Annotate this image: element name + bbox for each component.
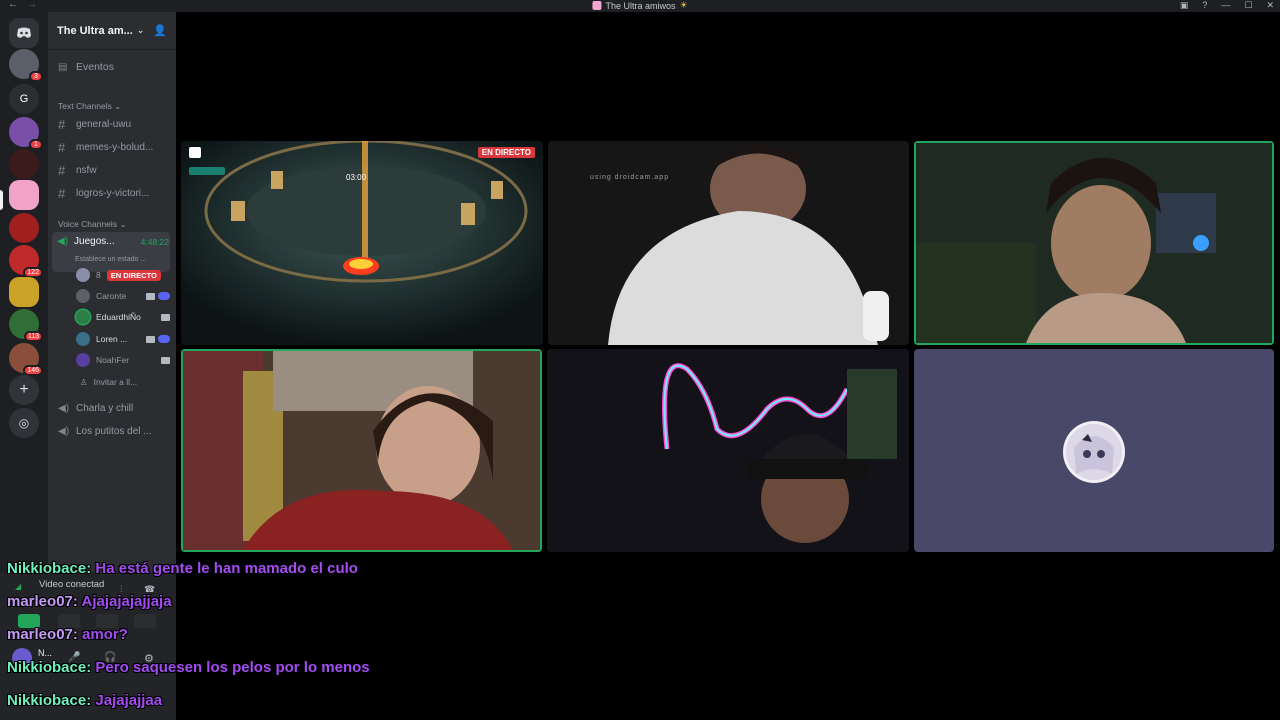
webcam-person-image bbox=[183, 351, 540, 550]
speaker-icon: ◀) bbox=[58, 402, 70, 414]
chevron-down-icon: ⌄ bbox=[136, 25, 145, 35]
chat-message: marleo07: Ajajajajajjaja bbox=[7, 593, 172, 610]
video-tile-droidcam[interactable]: using droidcam.app bbox=[548, 141, 909, 345]
hash-icon: # bbox=[58, 162, 66, 178]
server-avatar[interactable]: 113 bbox=[9, 309, 43, 342]
video-tile-led[interactable] bbox=[547, 349, 909, 552]
window-title: The Ultra amiwos ☀ bbox=[592, 0, 688, 11]
speaker-icon: ◀) bbox=[57, 236, 69, 247]
forward-arrow-icon[interactable]: → bbox=[27, 0, 37, 10]
channel-general[interactable]: # general-uwu bbox=[54, 114, 170, 134]
webcam-person-image bbox=[916, 143, 1272, 343]
camera-icon bbox=[146, 292, 155, 300]
avatar bbox=[76, 268, 90, 282]
user-avatar bbox=[1066, 424, 1122, 480]
server-avatar[interactable] bbox=[9, 149, 39, 179]
server-avatar[interactable]: 122 bbox=[9, 245, 43, 278]
video-tile-avatar[interactable] bbox=[914, 349, 1274, 552]
chat-message: Nikkiobace: Ha está gente le han mamado … bbox=[7, 560, 358, 577]
stream-icon bbox=[158, 292, 170, 300]
video-tile-speaking-2[interactable] bbox=[181, 349, 542, 552]
live-badge: EN DIRECTO bbox=[106, 269, 161, 281]
voice-channel-putitos[interactable]: ◀) Los putitos del ... bbox=[54, 421, 170, 441]
server-avatar[interactable]: 3 bbox=[9, 49, 43, 82]
avatar bbox=[76, 332, 90, 346]
server-avatar-active[interactable] bbox=[9, 180, 39, 210]
chat-message: Nikkiobace: Pero saquesen los pelos por … bbox=[7, 659, 370, 676]
camera-icon bbox=[146, 335, 155, 343]
call-timer: 4:48:22 bbox=[140, 236, 169, 247]
voice-channel-charla[interactable]: ◀) Charla y chill bbox=[54, 398, 170, 418]
inbox-icon[interactable]: ▣ bbox=[1180, 0, 1189, 11]
close-icon[interactable]: ✕ bbox=[1266, 0, 1274, 11]
avatar bbox=[76, 353, 90, 367]
server-icon bbox=[592, 1, 602, 10]
webcam-person-image bbox=[547, 349, 909, 552]
server-letter-icon[interactable]: G bbox=[9, 84, 39, 114]
add-user-icon: ♙ bbox=[80, 376, 88, 387]
avatar bbox=[76, 289, 90, 303]
server-header[interactable]: The Ultra am... ⌄ 👤 bbox=[48, 12, 176, 50]
droidcam-watermark: using droidcam.app bbox=[590, 174, 670, 181]
video-tile-speaking[interactable] bbox=[914, 141, 1274, 345]
minimize-icon[interactable]: — bbox=[1221, 0, 1230, 11]
voice-user[interactable]: Loren ... bbox=[76, 329, 170, 349]
invite-to-voice[interactable]: ♙ Invitar a ll... bbox=[80, 372, 170, 392]
stream-tile-game[interactable]: 03:00 EN DIRECTO bbox=[181, 141, 543, 345]
server-avatar[interactable]: 146 bbox=[9, 343, 43, 376]
sun-emoji-icon: ☀ bbox=[679, 0, 688, 10]
channel-nsfw[interactable]: # nsfw bbox=[54, 160, 170, 180]
stream-icon bbox=[158, 335, 170, 343]
avatar bbox=[76, 310, 90, 324]
title-bar: ← → The Ultra amiwos ☀ ▣ ? — ☐ ✕ bbox=[0, 0, 1280, 12]
server-avatar[interactable] bbox=[9, 277, 39, 307]
server-name: The Ultra am... bbox=[57, 24, 133, 37]
pause-icon[interactable] bbox=[189, 147, 201, 158]
voice-user[interactable]: EduardhiÑo bbox=[76, 307, 170, 327]
channel-memes[interactable]: # memes-y-bolud... bbox=[54, 137, 170, 157]
explore-icon[interactable]: ◎ bbox=[9, 408, 39, 438]
voice-user[interactable]: Caronte bbox=[76, 286, 170, 306]
calendar-icon: ▤ bbox=[58, 61, 68, 73]
chat-message: marleo07: amor? bbox=[7, 626, 128, 643]
voice-status[interactable]: Establece un estado ... bbox=[75, 256, 146, 263]
maximize-icon[interactable]: ☐ bbox=[1244, 0, 1252, 11]
webcam-person-image bbox=[548, 141, 909, 345]
hash-icon: # bbox=[58, 139, 66, 155]
game-stream-image bbox=[181, 141, 543, 345]
speaker-icon: ◀) bbox=[58, 425, 70, 437]
back-arrow-icon[interactable]: ← bbox=[8, 0, 18, 10]
chat-message: Nikkiobace: Jajajajjaa bbox=[7, 692, 163, 709]
voice-user[interactable]: NoahFer bbox=[76, 350, 170, 370]
add-server-icon[interactable]: + bbox=[9, 375, 39, 405]
live-badge: EN DIRECTO bbox=[477, 147, 535, 158]
discord-home-icon[interactable] bbox=[9, 18, 39, 48]
game-timer: 03:00 bbox=[346, 173, 367, 182]
channel-logros[interactable]: # logros-y-victori... bbox=[54, 183, 170, 203]
server-avatar[interactable]: 1 bbox=[9, 117, 43, 150]
help-icon[interactable]: ? bbox=[1202, 0, 1207, 11]
chat-overlay: Nikkiobace: Ha está gente le han mamado … bbox=[7, 558, 607, 720]
add-member-icon[interactable]: 👤 bbox=[153, 24, 167, 37]
voice-channels-category[interactable]: Voice Channels ⌄ bbox=[58, 219, 127, 230]
camera-icon bbox=[161, 356, 170, 364]
camera-icon bbox=[161, 313, 170, 321]
server-avatar[interactable] bbox=[9, 213, 39, 243]
events-item[interactable]: ▤ Eventos bbox=[54, 57, 170, 77]
text-channels-category[interactable]: Text Channels ⌄ bbox=[58, 101, 121, 112]
voice-user[interactable]: 8 EN DIRECTO bbox=[76, 265, 170, 285]
hash-icon: # bbox=[58, 116, 66, 132]
hash-icon: # bbox=[58, 185, 66, 201]
